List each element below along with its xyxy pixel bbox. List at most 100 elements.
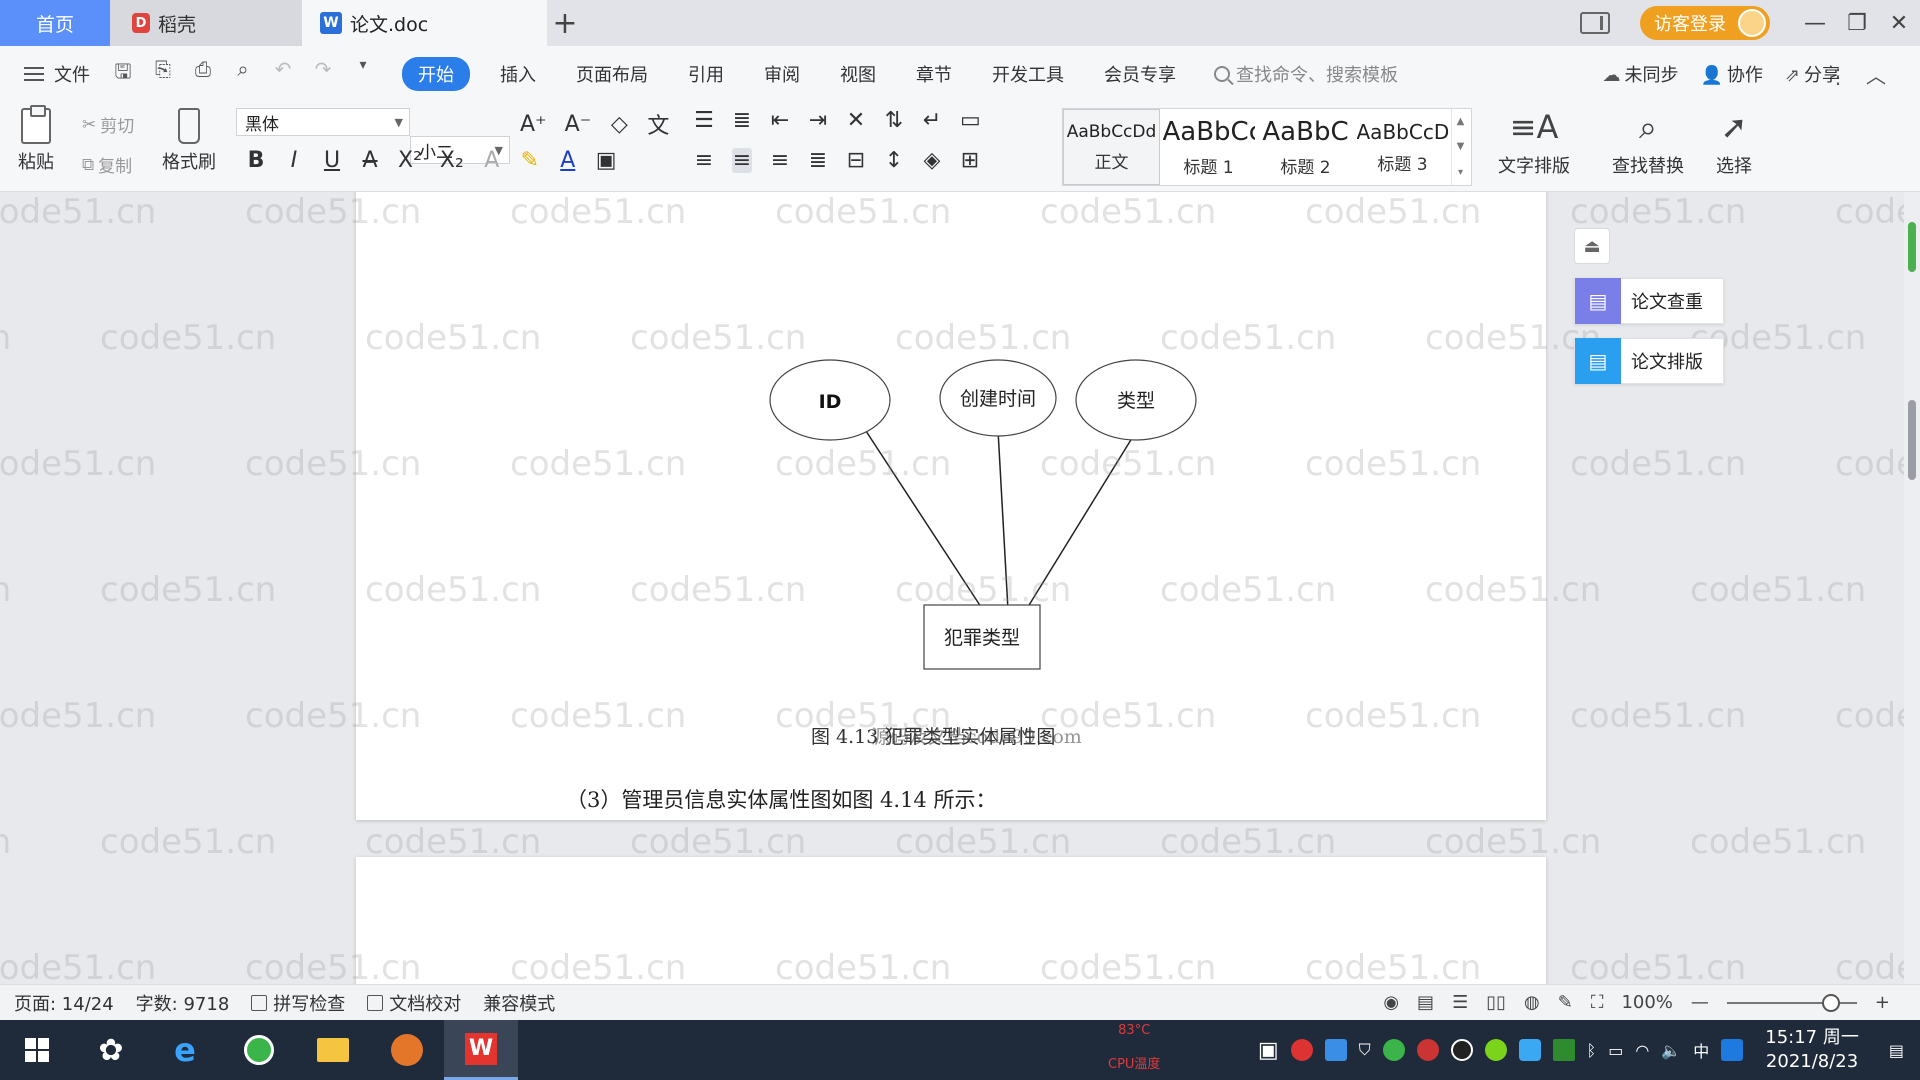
- tab-view[interactable]: 视图: [820, 61, 896, 87]
- decrease-indent-icon[interactable]: ⇤: [770, 108, 790, 133]
- proofread-button[interactable]: 文档校对: [367, 990, 461, 1016]
- italic-icon[interactable]: I: [284, 148, 304, 173]
- sort-icon[interactable]: ⇅: [884, 108, 904, 133]
- distribute-icon[interactable]: ⊟: [846, 148, 866, 173]
- unsynced-button[interactable]: ☁ 未同步: [1602, 61, 1678, 87]
- chevron-up-icon[interactable]: ▲: [1457, 116, 1465, 127]
- redo-icon[interactable]: ↷: [310, 57, 336, 91]
- tab-review[interactable]: 审阅: [744, 61, 820, 87]
- print-icon[interactable]: ⎙: [190, 57, 216, 91]
- style-normal[interactable]: AaBbCcDd 正文: [1063, 109, 1160, 185]
- shading-icon[interactable]: ◈: [922, 148, 942, 173]
- scrollbar-thumb[interactable]: [1908, 400, 1916, 480]
- qq-icon[interactable]: [1450, 1039, 1473, 1061]
- tab-daoke[interactable]: D 稻壳: [110, 0, 302, 46]
- outline-view-icon[interactable]: ☰: [1452, 992, 1468, 1013]
- zoom-out-icon[interactable]: —: [1691, 992, 1709, 1013]
- numbered-list-icon[interactable]: ≣: [732, 108, 752, 133]
- page-indicator[interactable]: 页面: 14/24: [14, 990, 114, 1016]
- strikethrough-icon[interactable]: A: [360, 148, 380, 173]
- write-mode-icon[interactable]: ✎: [1558, 992, 1573, 1013]
- eye-protect-icon[interactable]: ◉: [1383, 992, 1399, 1013]
- expand-icon[interactable]: ▾: [1458, 167, 1463, 178]
- clear-format-icon[interactable]: ◇: [609, 112, 629, 137]
- restore-button[interactable]: ❐: [1836, 0, 1878, 46]
- borders-icon[interactable]: ⊞: [960, 148, 980, 173]
- tab-home[interactable]: 首页: [0, 0, 110, 46]
- tray-app-icon[interactable]: [1518, 1039, 1541, 1061]
- start-button[interactable]: [0, 1020, 74, 1080]
- tab-developer[interactable]: 开发工具: [972, 61, 1084, 87]
- increase-indent-icon[interactable]: ⇥: [808, 108, 828, 133]
- underline-icon[interactable]: U: [322, 148, 342, 173]
- close-button[interactable]: ✕: [1878, 0, 1920, 46]
- show-marks-icon[interactable]: ↵: [922, 108, 942, 133]
- taskbar-app-fan[interactable]: ✿: [74, 1020, 148, 1080]
- taskbar-app-browser[interactable]: [222, 1020, 296, 1080]
- line-spacing-icon[interactable]: ↕: [884, 148, 904, 173]
- page-view-icon[interactable]: ▤: [1417, 992, 1434, 1013]
- paper-check-button[interactable]: ▤ 论文查重: [1574, 278, 1724, 324]
- fit-page-icon[interactable]: ⛶: [1591, 992, 1604, 1013]
- nvidia-icon[interactable]: [1552, 1039, 1575, 1061]
- shield-icon[interactable]: ⛉: [1359, 1040, 1371, 1060]
- align-left-icon[interactable]: ≡: [694, 148, 714, 173]
- tray-app-icon[interactable]: [1382, 1039, 1405, 1061]
- web-view-icon[interactable]: ◍: [1524, 992, 1540, 1013]
- more-icon[interactable]: ⋮︿: [1828, 60, 1904, 89]
- style-heading-1[interactable]: AaBbCc 标题 1: [1160, 109, 1257, 185]
- minimize-button[interactable]: —: [1794, 0, 1836, 46]
- styles-scroll[interactable]: ▲ ▼ ▾: [1451, 109, 1469, 185]
- document-page[interactable]: ID 创建时间 类型 犯罪类型 图 4.13 犯罪类型实体属性图 源码及文档co…: [356, 192, 1546, 924]
- align-right-icon[interactable]: ≡: [770, 148, 790, 173]
- taskbar-app-explorer[interactable]: [296, 1020, 370, 1080]
- notification-icon[interactable]: ▤: [1889, 1041, 1904, 1060]
- save-icon[interactable]: 🖫: [110, 57, 136, 91]
- tray-app-icon[interactable]: [1484, 1039, 1507, 1061]
- ruler-icon[interactable]: ▭: [960, 108, 981, 133]
- collapse-panel-button[interactable]: ⏏: [1574, 228, 1610, 264]
- shrink-font-icon[interactable]: A⁻: [565, 112, 592, 137]
- chevron-down-icon[interactable]: ▾: [350, 57, 376, 91]
- grow-font-icon[interactable]: A⁺: [520, 112, 547, 137]
- taskbar-app-game[interactable]: [370, 1020, 444, 1080]
- text-effect-icon[interactable]: A: [482, 148, 502, 173]
- print-preview-icon[interactable]: ⌕: [230, 57, 256, 91]
- word-count[interactable]: 字数: 9718: [136, 990, 230, 1016]
- copy-button[interactable]: ⧉ 复制: [82, 152, 132, 178]
- vertical-scrollbar[interactable]: [1904, 192, 1920, 1019]
- search-app-icon[interactable]: [1721, 1039, 1744, 1061]
- tray-app-icon[interactable]: [1416, 1039, 1439, 1061]
- zoom-level[interactable]: 100%: [1621, 992, 1672, 1013]
- taskbar-app-wps[interactable]: W: [444, 1020, 518, 1080]
- tab-document[interactable]: W 论文.doc: [302, 0, 547, 46]
- tab-start[interactable]: 开始: [402, 57, 470, 91]
- style-heading-3[interactable]: AaBbCcD 标题 3: [1354, 109, 1451, 185]
- volume-icon[interactable]: 🔈: [1661, 1041, 1681, 1060]
- zoom-slider-knob[interactable]: [1821, 993, 1840, 1012]
- undo-icon[interactable]: ↶: [270, 57, 296, 91]
- find-replace-button[interactable]: ⌕ 查找替换: [1612, 108, 1684, 178]
- subscript-icon[interactable]: X₂: [440, 148, 464, 173]
- phonetic-icon[interactable]: 文: [647, 108, 669, 140]
- file-menu[interactable]: 文件: [24, 61, 90, 87]
- tray-app-icon[interactable]: [1324, 1039, 1347, 1061]
- bullet-list-icon[interactable]: ☰: [694, 108, 714, 133]
- tab-insert[interactable]: 插入: [480, 61, 556, 87]
- char-border-icon[interactable]: ▣: [596, 148, 617, 173]
- read-view-icon[interactable]: ▯▯: [1486, 992, 1506, 1013]
- zoom-in-icon[interactable]: +: [1875, 992, 1890, 1013]
- chevron-down-icon[interactable]: ▼: [1457, 141, 1465, 152]
- tab-page-layout[interactable]: 页面布局: [556, 61, 668, 87]
- battery-icon[interactable]: ▭: [1608, 1041, 1623, 1060]
- monitor-icon[interactable]: ▣: [1258, 1038, 1279, 1063]
- style-heading-2[interactable]: AaBbC 标题 2: [1257, 109, 1354, 185]
- ime-icon[interactable]: 中: [1693, 1038, 1709, 1062]
- clock[interactable]: 15:17 周一 2021/8/23: [1765, 1026, 1859, 1074]
- font-name-select[interactable]: 黑体 ▼: [236, 108, 410, 136]
- new-tab-button[interactable]: +: [548, 0, 582, 46]
- collab-button[interactable]: 👤 协作: [1700, 61, 1762, 87]
- tray-app-icon[interactable]: [1290, 1039, 1313, 1061]
- paste-button[interactable]: 粘贴: [18, 105, 54, 174]
- select-button[interactable]: ➚ 选择: [1716, 108, 1752, 178]
